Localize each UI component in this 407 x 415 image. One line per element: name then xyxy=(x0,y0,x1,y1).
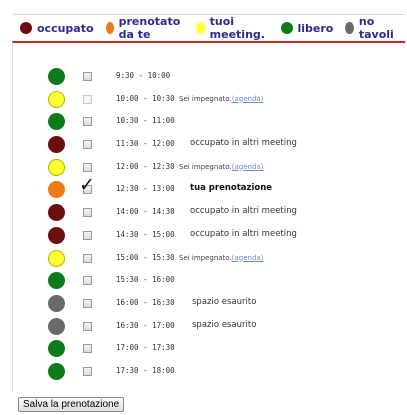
slot-status-label: Sei impegnato. xyxy=(179,253,232,262)
slot-status-label: spazio esaurito xyxy=(192,319,257,330)
slot-time: 9:30 - 10:00 xyxy=(116,71,171,80)
slot-status-dot xyxy=(48,204,65,222)
slot-checkbox[interactable] xyxy=(83,162,92,172)
slot-status-label: occupato in altri meeting xyxy=(190,138,297,149)
legend-color-dot xyxy=(345,22,354,34)
slot-row: 10:30 - 11:00 xyxy=(12,111,405,134)
slot-status-dot xyxy=(48,90,65,108)
legend-item: occupato xyxy=(20,22,94,35)
slot-status-dot xyxy=(48,249,65,267)
slot-status-dot xyxy=(48,294,65,312)
slot-time: 15:00 - 15:30 xyxy=(116,252,175,262)
slot-status-text: Sei impegnato.(agenda) xyxy=(179,95,263,103)
slot-status-label: occupato in altri meeting xyxy=(190,228,297,239)
slot-checkbox[interactable] xyxy=(83,72,92,81)
slot-time: 14:30 - 15:00 xyxy=(116,229,175,239)
slot-checkbox xyxy=(83,94,92,104)
slot-status-label: Sei impegnato. xyxy=(179,162,232,171)
slot-checkbox[interactable] xyxy=(83,298,92,308)
slot-row: 12:00 - 12:30 Sei impegnato.(agenda) xyxy=(12,157,405,180)
slot-status-text: Sei impegnato.(agenda) xyxy=(179,254,263,262)
agenda-link[interactable]: (agenda) xyxy=(232,254,264,262)
agenda-link[interactable]: (agenda) xyxy=(232,163,264,171)
legend-bar: occupato prenotato da te tuoi meeting. libe… xyxy=(12,14,405,43)
slot-row: 16:30 - 17:00 spazio esaurito xyxy=(12,316,405,339)
slot-status-label: tua prenotazione xyxy=(190,183,273,194)
slot-status-text: spazio esaurito xyxy=(192,297,256,307)
slot-time: 14:00 - 14:30 xyxy=(116,207,175,217)
slot-checkbox[interactable] xyxy=(83,344,92,354)
agenda-link[interactable]: (agenda) xyxy=(232,95,264,103)
legend-item: tuoi meeting. xyxy=(196,15,268,41)
slot-checkbox[interactable] xyxy=(83,366,92,376)
slot-status-dot xyxy=(48,226,65,244)
legend-item: no tavoli xyxy=(345,15,397,41)
slot-row: 14:30 - 15:00 occupato in altri meeting xyxy=(12,225,405,248)
slot-row: 11:30 - 12:00 occupato in altri meeting xyxy=(12,134,405,157)
slot-status-text: occupato in altri meeting xyxy=(190,138,297,148)
slot-status-dot xyxy=(48,113,65,131)
legend-label: tuoi meeting. xyxy=(209,15,265,41)
slot-row: 16:00 - 16:30 spazio esaurito xyxy=(12,293,405,316)
slot-status-text: tua prenotazione xyxy=(190,183,272,193)
slot-status-dot xyxy=(48,340,65,358)
slot-time: 17:00 - 17:30 xyxy=(116,343,175,353)
checkmark-icon[interactable]: ✓ xyxy=(79,176,95,195)
legend-color-dot xyxy=(196,22,205,34)
slot-status-text: Sei impegnato.(agenda) xyxy=(179,163,263,171)
slot-status-text: occupato in altri meeting xyxy=(190,206,297,216)
slot-status-dot xyxy=(48,158,65,176)
slot-status-dot xyxy=(48,181,65,199)
legend-label: libero xyxy=(297,21,334,35)
legend-item: prenotato da te xyxy=(105,15,185,41)
slot-time: 12:00 - 12:30 xyxy=(116,161,175,171)
slot-status-dot xyxy=(48,272,65,290)
slot-checkbox[interactable] xyxy=(83,276,92,286)
save-booking-button[interactable]: Salva la prenotazione xyxy=(18,397,125,412)
slot-row: 10:00 - 10:30 Sei impegnato.(agenda) xyxy=(12,89,405,112)
slot-checkbox[interactable] xyxy=(83,253,92,263)
legend-label: no tavoli xyxy=(358,15,394,41)
legend-label: prenotato da te xyxy=(118,15,181,41)
slot-status-dot xyxy=(48,362,65,380)
slot-status-text: occupato in altri meeting xyxy=(190,229,297,239)
legend-color-dot xyxy=(20,22,32,34)
slot-time: 16:30 - 17:00 xyxy=(116,320,175,330)
legend-color-dot xyxy=(280,22,293,34)
slot-time: 15:30 - 16:00 xyxy=(116,275,175,285)
legend-label: occupato xyxy=(37,21,94,35)
slot-checkbox[interactable] xyxy=(83,321,92,331)
slot-row: 15:30 - 16:00 xyxy=(12,270,405,293)
legend-item: libero xyxy=(280,21,334,35)
slot-status-dot xyxy=(48,68,65,85)
slot-row: ✓ 12:30 - 13:00 tua prenotazione xyxy=(12,176,405,202)
slot-time: 10:00 - 10:30 xyxy=(116,93,175,103)
slot-row: 17:30 - 18:00 xyxy=(12,361,405,384)
slot-status-dot xyxy=(48,136,65,154)
slot-row: 15:00 - 15:30 Sei impegnato.(agenda) xyxy=(12,248,405,271)
slot-status-label: Sei impegnato. xyxy=(179,94,232,103)
slot-row: 9:30 - 10:00 xyxy=(12,66,405,89)
slot-checkbox[interactable] xyxy=(83,117,92,127)
slot-time: 17:30 - 18:00 xyxy=(116,365,175,375)
slot-status-label: spazio esaurito xyxy=(192,296,257,307)
slot-status-text: spazio esaurito xyxy=(192,320,256,330)
slot-time: 10:30 - 11:00 xyxy=(116,116,175,126)
slot-time: 12:30 - 13:00 xyxy=(116,184,175,194)
slot-status-label: occupato in altri meeting xyxy=(190,206,297,217)
slot-status-dot xyxy=(48,317,65,335)
slot-checkbox[interactable] xyxy=(83,140,92,150)
slot-list: 9:30 - 10:00 10:00 - 10:30 Sei impegnato.(… xyxy=(12,66,405,384)
slot-time: 16:00 - 16:30 xyxy=(116,297,175,307)
slot-row: 17:00 - 17:30 xyxy=(12,338,405,361)
slot-time: 11:30 - 12:00 xyxy=(116,139,175,149)
slot-checkbox[interactable] xyxy=(83,230,92,240)
slot-row: 14:00 - 14:30 occupato in altri meeting xyxy=(12,202,405,225)
legend-color-dot xyxy=(105,22,114,34)
slot-checkbox[interactable] xyxy=(83,208,92,218)
